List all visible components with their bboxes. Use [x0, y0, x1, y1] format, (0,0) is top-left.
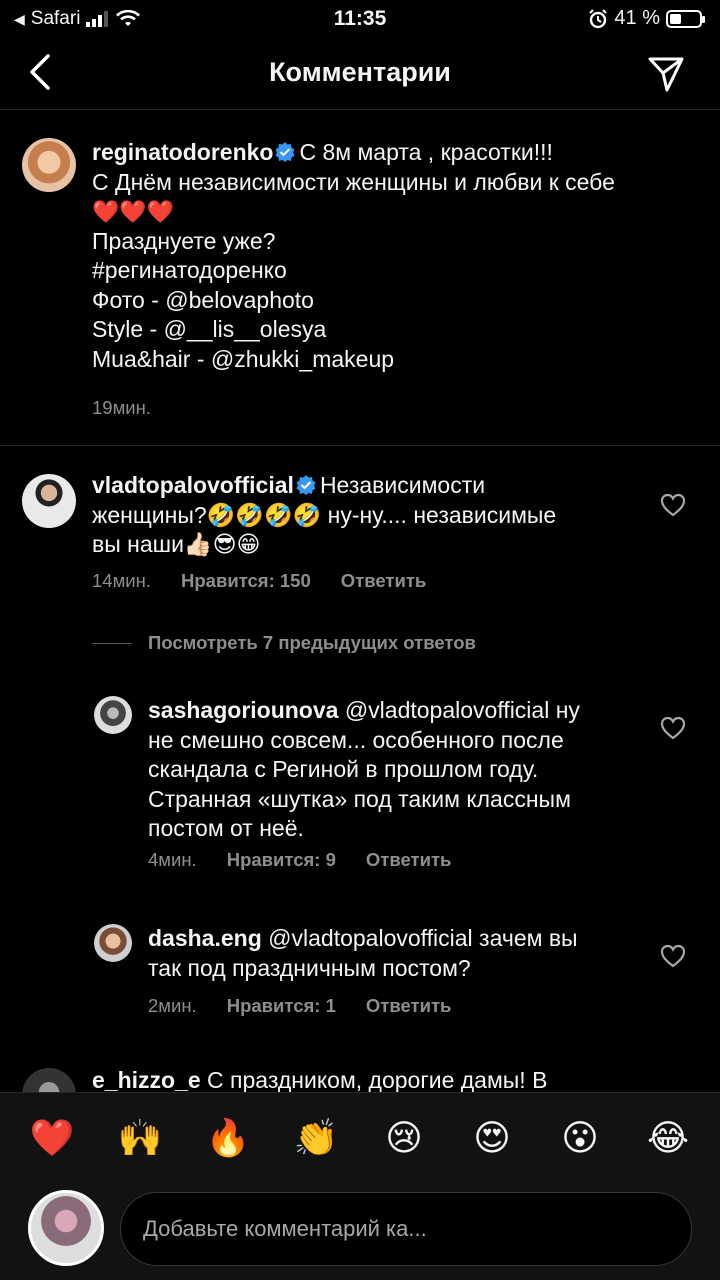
surprised-emoji-button[interactable]: 😮: [550, 1117, 610, 1159]
replies-line: [92, 642, 132, 644]
comment: e_hizzo_e С праздником, дорогие дамы! В: [0, 1060, 720, 1092]
page-title: Комментарии: [269, 57, 451, 87]
status-bar: ◀ Safari 11:35 41 %: [0, 0, 720, 38]
verified-badge-icon: [296, 475, 316, 495]
quick-reactions-bar: ❤️ 🙌 🔥 👏 😢 😍 😮 😂: [0, 1092, 720, 1182]
header: Комментарии: [0, 38, 720, 110]
avatar[interactable]: [94, 924, 132, 962]
reply-button[interactable]: Ответить: [341, 570, 427, 592]
caption-line: Празднуете уже?: [92, 227, 276, 254]
avatar[interactable]: [94, 696, 132, 734]
likes-count-button[interactable]: Нравится: 9: [227, 849, 336, 871]
like-heart-icon[interactable]: [660, 944, 686, 968]
caption-meta: 19мин.: [92, 397, 151, 419]
caption-line: С 8м марта , красотки!!!: [299, 139, 553, 165]
timestamp: 4мин.: [148, 849, 197, 870]
comment-text: Странная «шутка» под таким классным: [148, 785, 571, 812]
caption: reginatodorenko С 8м марта , красотки!!! …: [0, 110, 720, 445]
verified-badge-icon: [275, 142, 295, 162]
avatar[interactable]: [22, 1068, 76, 1092]
hashtag-link[interactable]: #регинатодоренко: [92, 257, 287, 283]
comment-text: так под праздничным постом?: [148, 954, 471, 981]
reply-meta: 4мин. Нравится: 9 Ответить: [148, 849, 451, 871]
direct-send-icon[interactable]: [646, 54, 686, 94]
likes-count-button[interactable]: Нравится: 150: [181, 570, 311, 592]
heart-eyes-emoji-button[interactable]: 😍: [462, 1117, 522, 1159]
comment-input-bar: [0, 1182, 720, 1280]
comment-text: скандала с Региной в прошлом году.: [148, 756, 539, 782]
reply-button[interactable]: Ответить: [366, 995, 452, 1017]
comment-text: @vladtopalovofficial ну: [344, 697, 580, 723]
caption-line: Mua&hair - @zhukki_makeup: [92, 345, 395, 372]
my-avatar[interactable]: [28, 1190, 104, 1266]
like-heart-icon[interactable]: [660, 493, 686, 517]
comment-meta: 14мин. Нравится: 150 Ответить: [92, 570, 426, 592]
reply: sashagoriounova @vladtopalovofficial ну …: [0, 680, 720, 880]
comment-text: @vladtopalovofficial зачем вы: [268, 925, 578, 951]
comment-text: постом от неё.: [148, 815, 304, 841]
status-right: 41 %: [588, 7, 705, 30]
avatar[interactable]: [22, 474, 76, 528]
avatar[interactable]: [22, 138, 76, 192]
timestamp: 2мин.: [148, 995, 197, 1016]
like-heart-icon[interactable]: [660, 716, 686, 740]
reply: dasha.eng @vladtopalovofficial зачем вы …: [0, 910, 720, 1030]
comment-text: женщины?🤣🤣🤣🤣 ну-ну.... независимые: [92, 501, 557, 528]
reply-button[interactable]: Ответить: [366, 849, 452, 871]
comment-text: Независимости: [319, 472, 486, 498]
caption-line: Style - @__lis__olesya: [92, 316, 327, 342]
comment-text: С праздником, дорогие дамы! В: [207, 1067, 548, 1092]
view-replies-label: Посмотреть 7 предыдущих ответов: [148, 632, 476, 653]
heart-emoji-button[interactable]: ❤️: [22, 1117, 82, 1159]
comment-input[interactable]: [120, 1192, 692, 1266]
username[interactable]: sashagoriounova: [148, 697, 338, 723]
caption-line: С Днём независимости женщины и любви к с…: [92, 168, 615, 195]
comment-text: не смешно совсем... особенного после: [148, 726, 564, 753]
caption-line: Фото - @belovaphoto: [92, 286, 314, 313]
username[interactable]: e_hizzo_e: [92, 1067, 201, 1092]
raising-hands-emoji-button[interactable]: 🙌: [110, 1117, 170, 1159]
likes-count-button[interactable]: Нравится: 1: [227, 995, 336, 1017]
username[interactable]: reginatodorenko: [92, 139, 273, 165]
timestamp: 14мин.: [92, 570, 151, 591]
comment-text: вы наши👍🏻😎😁: [92, 531, 261, 557]
battery-icon: [666, 9, 705, 28]
timestamp: 19мин.: [92, 397, 151, 418]
view-previous-replies-button[interactable]: Посмотреть 7 предыдущих ответов: [92, 632, 476, 654]
caption-line: ❤️❤️❤️: [92, 199, 175, 224]
battery-percent: 41 %: [614, 7, 660, 29]
username[interactable]: dasha.eng: [148, 925, 262, 951]
crying-emoji-button[interactable]: 😢: [374, 1117, 434, 1159]
alarm-clock-icon: [589, 8, 608, 28]
fire-emoji-button[interactable]: 🔥: [198, 1117, 258, 1159]
comment: vladtopalovofficial Независимости женщины…: [0, 446, 720, 626]
clapping-emoji-button[interactable]: 👏: [286, 1117, 346, 1159]
reply-meta: 2мин. Нравится: 1 Ответить: [148, 995, 451, 1017]
laughing-emoji-button[interactable]: 😂: [638, 1117, 698, 1159]
username[interactable]: vladtopalovofficial: [92, 472, 294, 498]
